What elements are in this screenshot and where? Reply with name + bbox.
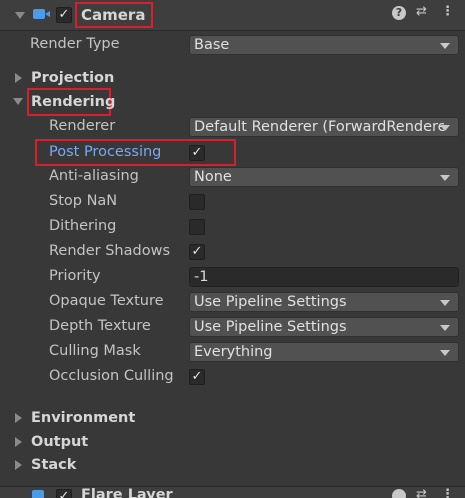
renderer-value: Default Renderer (ForwardRendere bbox=[194, 119, 444, 135]
occlusion-culling-label: Occlusion Culling bbox=[49, 368, 174, 384]
rendering-header[interactable]: Rendering bbox=[31, 94, 115, 110]
chevron-down-icon bbox=[440, 350, 450, 356]
culling-mask-label: Culling Mask bbox=[49, 343, 141, 359]
stack-fold-icon[interactable] bbox=[15, 460, 22, 470]
next-component-title: Flare Layer bbox=[81, 487, 173, 498]
preset-icon[interactable]: ⇄ bbox=[416, 4, 427, 19]
projection-fold-icon[interactable] bbox=[15, 73, 22, 83]
opaque-texture-label: Opaque Texture bbox=[49, 293, 164, 309]
anti-aliasing-label: Anti-aliasing bbox=[49, 168, 139, 184]
culling-mask-value: Everything bbox=[194, 344, 273, 360]
post-processing-label: Post Processing bbox=[49, 144, 162, 160]
preset-icon[interactable]: ⇄ bbox=[416, 487, 427, 498]
anti-aliasing-value: None bbox=[194, 169, 232, 185]
priority-field[interactable]: -1 bbox=[189, 267, 459, 287]
dithering-label: Dithering bbox=[49, 218, 117, 234]
depth-texture-value: Use Pipeline Settings bbox=[194, 319, 347, 335]
anti-aliasing-dropdown[interactable]: None bbox=[189, 167, 459, 187]
chevron-down-icon bbox=[440, 43, 450, 49]
menu-icon[interactable]: ⋮ bbox=[441, 487, 454, 498]
dithering-checkbox[interactable] bbox=[189, 219, 205, 235]
post-processing-checkbox[interactable]: ✓ bbox=[189, 145, 205, 161]
culling-mask-dropdown[interactable]: Everything bbox=[189, 342, 459, 362]
output-header[interactable]: Output bbox=[31, 434, 88, 450]
opaque-texture-dropdown[interactable]: Use Pipeline Settings bbox=[189, 292, 459, 312]
environment-fold-icon[interactable] bbox=[15, 413, 22, 423]
depth-texture-dropdown[interactable]: Use Pipeline Settings bbox=[189, 317, 459, 337]
fold-arrow-icon[interactable] bbox=[15, 12, 25, 19]
stop-nan-checkbox[interactable] bbox=[189, 194, 205, 210]
renderer-dropdown[interactable]: Default Renderer (ForwardRendere bbox=[189, 117, 459, 137]
environment-header[interactable]: Environment bbox=[31, 410, 135, 426]
help-icon[interactable]: ? bbox=[392, 6, 406, 20]
render-shadows-checkbox[interactable]: ✓ bbox=[189, 244, 205, 260]
next-component-header: ✓ Flare Layer ⇄ ⋮ bbox=[0, 486, 465, 498]
renderer-label: Renderer bbox=[49, 118, 116, 134]
render-type-dropdown[interactable]: Base bbox=[189, 35, 459, 55]
projection-header[interactable]: Projection bbox=[31, 70, 114, 86]
camera-lens-icon bbox=[45, 11, 50, 17]
render-shadows-label: Render Shadows bbox=[49, 243, 170, 259]
component-enable-checkbox[interactable]: ✓ bbox=[56, 7, 72, 23]
chevron-down-icon bbox=[440, 175, 450, 181]
stack-header[interactable]: Stack bbox=[31, 457, 76, 473]
render-type-label: Render Type bbox=[30, 36, 120, 52]
output-fold-icon[interactable] bbox=[15, 437, 22, 447]
chevron-down-icon bbox=[440, 300, 450, 306]
stop-nan-label: Stop NaN bbox=[49, 193, 118, 209]
render-type-value: Base bbox=[194, 37, 230, 53]
occlusion-culling-checkbox[interactable]: ✓ bbox=[189, 369, 205, 385]
chevron-down-icon bbox=[440, 125, 450, 131]
menu-icon[interactable]: ⋮ bbox=[441, 4, 454, 19]
component-title: Camera bbox=[81, 6, 146, 24]
chevron-down-icon bbox=[440, 325, 450, 331]
camera-icon bbox=[33, 9, 45, 19]
depth-texture-label: Depth Texture bbox=[49, 318, 151, 334]
priority-label: Priority bbox=[49, 268, 101, 284]
rendering-fold-icon[interactable] bbox=[13, 98, 23, 105]
opaque-texture-value: Use Pipeline Settings bbox=[194, 294, 347, 310]
